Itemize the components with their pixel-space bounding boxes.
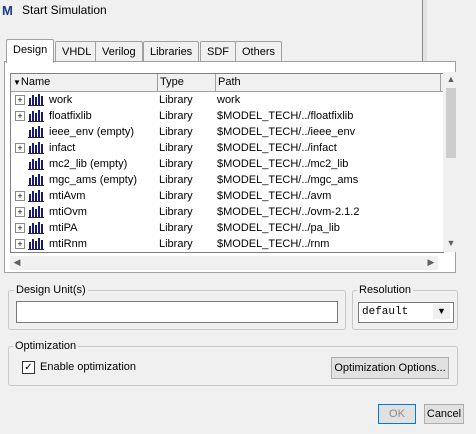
expand-icon[interactable]: + — [15, 207, 25, 217]
expand-icon[interactable]: + — [15, 191, 25, 201]
enable-optimization-label: Enable optimization — [40, 361, 137, 373]
library-type: Library — [159, 110, 193, 122]
list-item[interactable]: + floatfixlib Library $MODEL_TECH/../floatf… — [11, 108, 443, 124]
scroll-left-icon[interactable]: ◀ — [11, 257, 23, 269]
column-header-type[interactable]: Type — [158, 74, 216, 91]
modelsim-logo-icon: M — [2, 3, 13, 18]
enable-optimization-checkbox[interactable]: ✓ — [22, 361, 35, 374]
list-item[interactable]: ieee_env (empty) Library $MODEL_TECH/../ie… — [11, 124, 443, 140]
library-name: mtiRnm — [49, 238, 87, 250]
sort-arrow-icon: ▼ — [13, 78, 21, 87]
tab-vhdl[interactable]: VHDL — [55, 41, 99, 62]
optimization-label: Optimization — [13, 340, 79, 353]
library-type: Library — [159, 206, 193, 218]
library-type: Library — [159, 238, 193, 250]
list-item[interactable]: + mtiAvm Library $MODEL_TECH/../avm — [11, 188, 443, 204]
library-path: $MODEL_TECH/../mgc_ams — [217, 174, 359, 186]
column-header-path[interactable]: Path — [216, 74, 441, 91]
library-books-icon — [28, 190, 44, 202]
library-type: Library — [159, 190, 193, 202]
library-books-icon — [28, 238, 44, 250]
list-item[interactable]: + infact Library $MODEL_TECH/../infact — [11, 140, 443, 156]
dropdown-arrow-icon[interactable]: ▼ — [433, 304, 450, 319]
library-path: $MODEL_TECH/../ovm-2.1.2 — [217, 206, 360, 218]
tab-others[interactable]: Others — [235, 41, 283, 62]
list-item[interactable]: + work Library work — [11, 92, 443, 108]
expand-icon[interactable]: + — [15, 223, 25, 233]
library-path: $MODEL_TECH/../mc2_lib — [217, 158, 349, 170]
library-path: $MODEL_TECH/../avm — [217, 190, 332, 202]
library-name: ieee_env (empty) — [49, 126, 134, 138]
library-books-icon — [28, 126, 44, 138]
library-books-icon — [28, 206, 44, 218]
column-header-name[interactable]: ▼Name — [11, 74, 158, 91]
library-type: Library — [159, 158, 193, 170]
tab-libraries[interactable]: Libraries — [143, 41, 200, 62]
library-type: Library — [159, 142, 193, 154]
library-name: infact — [49, 142, 76, 154]
expand-icon[interactable]: + — [15, 143, 25, 153]
library-path: work — [217, 94, 241, 106]
tab-verilog[interactable]: Verilog — [95, 41, 143, 62]
horizontal-scrollbar[interactable] — [10, 256, 438, 270]
design-unit-input[interactable] — [16, 301, 338, 323]
vertical-scroll-thumb[interactable] — [446, 88, 456, 158]
scroll-right-icon[interactable]: ▶ — [425, 257, 437, 269]
library-path: $MODEL_TECH/../infact — [217, 142, 337, 154]
list-item[interactable]: mc2_lib (empty) Library $MODEL_TECH/../mc2… — [11, 156, 443, 172]
library-path: $MODEL_TECH/../rnm — [217, 238, 330, 250]
library-books-icon — [28, 158, 44, 170]
expand-icon[interactable]: + — [15, 111, 25, 121]
library-books-icon — [28, 222, 44, 234]
library-name: mtiAvm — [49, 190, 86, 202]
list-header: ▼Name Type Path — [11, 74, 443, 92]
library-name: floatfixlib — [49, 110, 92, 122]
library-books-icon — [28, 110, 44, 122]
library-books-icon — [28, 174, 44, 186]
resolution-value: default — [362, 306, 409, 318]
library-path: $MODEL_TECH/../ieee_env — [217, 126, 356, 138]
library-type: Library — [159, 94, 193, 106]
design-unit-label: Design Unit(s) — [14, 284, 88, 297]
library-name: mtiPA — [49, 222, 78, 234]
cancel-button[interactable]: Cancel — [424, 404, 464, 424]
library-list[interactable]: ▼Name Type Path + work Library work + floatfi… — [10, 73, 444, 253]
library-type: Library — [159, 222, 193, 234]
expand-icon[interactable]: + — [15, 95, 25, 105]
library-name: mtiOvm — [49, 206, 87, 218]
tab-design[interactable]: Design — [6, 39, 55, 63]
library-name: mc2_lib (empty) — [49, 158, 128, 170]
list-item[interactable]: + mtiPA Library $MODEL_TECH/../pa_lib — [11, 220, 443, 236]
ok-button[interactable]: OK — [378, 404, 416, 424]
scroll-up-icon[interactable]: ▲ — [445, 74, 457, 86]
column-name-label: Name — [20, 76, 51, 88]
optimization-options-button[interactable]: Optimization Options... — [331, 357, 449, 379]
list-item[interactable]: + mtiOvm Library $MODEL_TECH/../ovm-2.1.2 — [11, 204, 443, 220]
tab-sdf[interactable]: SDF — [200, 41, 236, 62]
resolution-label: Resolution — [357, 284, 413, 297]
window-title: Start Simulation — [22, 3, 107, 17]
library-type: Library — [159, 126, 193, 138]
library-name: mgc_ams (empty) — [49, 174, 138, 186]
list-item[interactable]: + mtiRnm Library $MODEL_TECH/../rnm — [11, 236, 443, 252]
library-type: Library — [159, 174, 193, 186]
library-path: $MODEL_TECH/../pa_lib — [217, 222, 340, 234]
library-books-icon — [28, 142, 44, 154]
library-path: $MODEL_TECH/../floatfixlib — [217, 110, 354, 122]
scroll-down-icon[interactable]: ▼ — [445, 238, 457, 250]
library-name: work — [49, 94, 73, 106]
expand-icon[interactable]: + — [15, 239, 25, 249]
library-books-icon — [28, 94, 44, 106]
list-item[interactable]: mgc_ams (empty) Library $MODEL_TECH/../mgc… — [11, 172, 443, 188]
